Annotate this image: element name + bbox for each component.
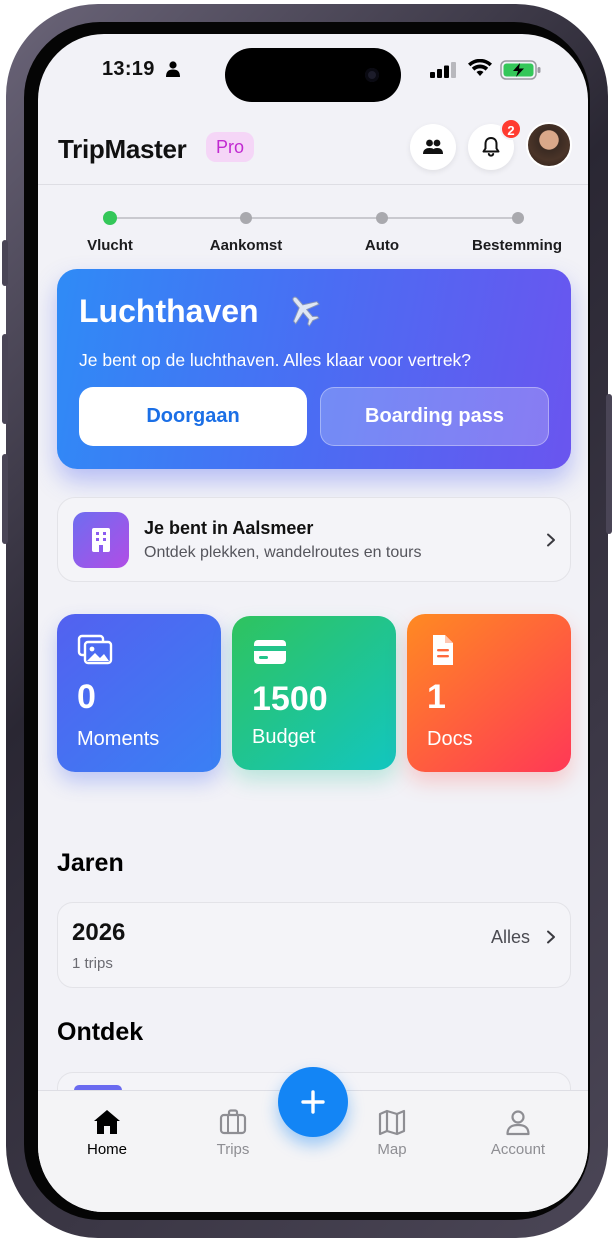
battery-charging-icon — [500, 60, 541, 80]
person-icon — [166, 61, 180, 77]
tab-home-label: Home — [86, 1141, 127, 1158]
stepper-line — [110, 217, 520, 219]
dynamic-island — [225, 48, 401, 102]
people-icon — [423, 139, 443, 154]
action-button — [2, 240, 8, 286]
year-trip-count: 1 trips — [72, 955, 113, 972]
wifi-icon — [468, 59, 492, 76]
cellular-signal-icon — [430, 62, 456, 78]
step-label-bestemming: Bestemming — [471, 237, 563, 254]
notification-badge: 2 — [500, 118, 522, 140]
tab-trips-label: Trips — [216, 1141, 250, 1158]
docs-tile[interactable]: 1 Docs — [407, 614, 571, 772]
docs-value: 1 — [427, 678, 446, 716]
plus-icon — [301, 1090, 325, 1114]
status-bar: 13:19 — [38, 34, 588, 104]
continue-button[interactable]: Doorgaan — [79, 387, 307, 446]
budget-value: 1500 — [252, 680, 328, 718]
trip-progress-stepper: Vlucht Aankomst Auto Bestemming — [38, 204, 588, 264]
year-value: 2026 — [72, 919, 126, 946]
tab-trips[interactable]: Trips — [193, 1107, 273, 1158]
home-icon — [94, 1110, 120, 1134]
airplane-icon — [292, 296, 320, 327]
app-title: TripMaster — [58, 134, 187, 164]
tab-account[interactable]: Account — [478, 1107, 558, 1158]
person-icon — [506, 1110, 530, 1136]
screen: 13:19 TripMaster Pro 2 Vlucht Aankomst A… — [38, 34, 588, 1212]
tab-home[interactable]: Home — [67, 1107, 147, 1158]
tab-map-label: Map — [377, 1141, 407, 1158]
power-button — [606, 394, 612, 534]
moments-label: Moments — [77, 728, 160, 750]
budget-tile[interactable]: 1500 Budget — [232, 616, 396, 770]
add-trip-button[interactable] — [278, 1067, 348, 1137]
phone-frame: 13:19 TripMaster Pro 2 Vlucht Aankomst A… — [2, 4, 612, 1238]
chevron-right-icon — [547, 930, 555, 944]
building-icon-tile — [73, 512, 129, 568]
airport-card: Luchthaven Je bent op de luchthaven. All… — [57, 269, 571, 469]
building-icon — [92, 528, 110, 552]
volume-up-button — [2, 334, 8, 424]
discover-section-title: Ontdek — [57, 1018, 144, 1046]
tab-map[interactable]: Map — [352, 1107, 432, 1158]
step-label-vlucht: Vlucht — [87, 237, 133, 254]
step-dot-bestemming — [512, 212, 524, 224]
photos-icon — [77, 634, 113, 665]
chevron-right-icon — [547, 533, 555, 547]
status-time: 13:19 — [102, 58, 155, 80]
location-title: Je bent in Aalsmeer — [144, 518, 314, 538]
year-card[interactable]: 2026 1 trips Alles — [57, 902, 571, 988]
briefcase-icon — [219, 1109, 247, 1135]
group-button[interactable] — [410, 124, 456, 170]
volume-down-button — [2, 454, 8, 544]
avatar[interactable] — [526, 122, 572, 168]
step-dot-vlucht — [103, 211, 117, 225]
budget-label: Budget — [252, 726, 316, 748]
app-header: TripMaster Pro 2 — [38, 118, 588, 184]
view-all-link[interactable]: Alles — [491, 927, 530, 948]
airport-title: Luchthaven — [79, 293, 259, 329]
location-subtitle: Ontdek plekken, wandelroutes en tours — [144, 544, 422, 561]
airport-subtitle: Je bent op de luchthaven. Alles klaar vo… — [79, 350, 472, 370]
step-label-aankomst: Aankomst — [209, 237, 283, 254]
boarding-pass-button[interactable]: Boarding pass — [320, 387, 549, 446]
moments-value: 0 — [77, 678, 96, 716]
step-dot-aankomst — [240, 212, 252, 224]
tab-account-label: Account — [490, 1141, 546, 1158]
years-section-title: Jaren — [57, 849, 124, 877]
docs-label: Docs — [427, 728, 473, 750]
pro-badge: Pro — [206, 132, 255, 162]
document-icon — [433, 635, 453, 665]
step-label-auto: Auto — [364, 237, 400, 254]
location-card[interactable]: Je bent in Aalsmeer Ontdek plekken, wand… — [57, 497, 571, 582]
camera-icon — [365, 68, 379, 82]
map-icon — [378, 1109, 406, 1136]
moments-tile[interactable]: 0 Moments — [57, 614, 221, 772]
header-divider — [38, 184, 588, 185]
step-dot-auto — [376, 212, 388, 224]
bell-icon — [482, 137, 500, 157]
card-icon — [254, 640, 286, 664]
